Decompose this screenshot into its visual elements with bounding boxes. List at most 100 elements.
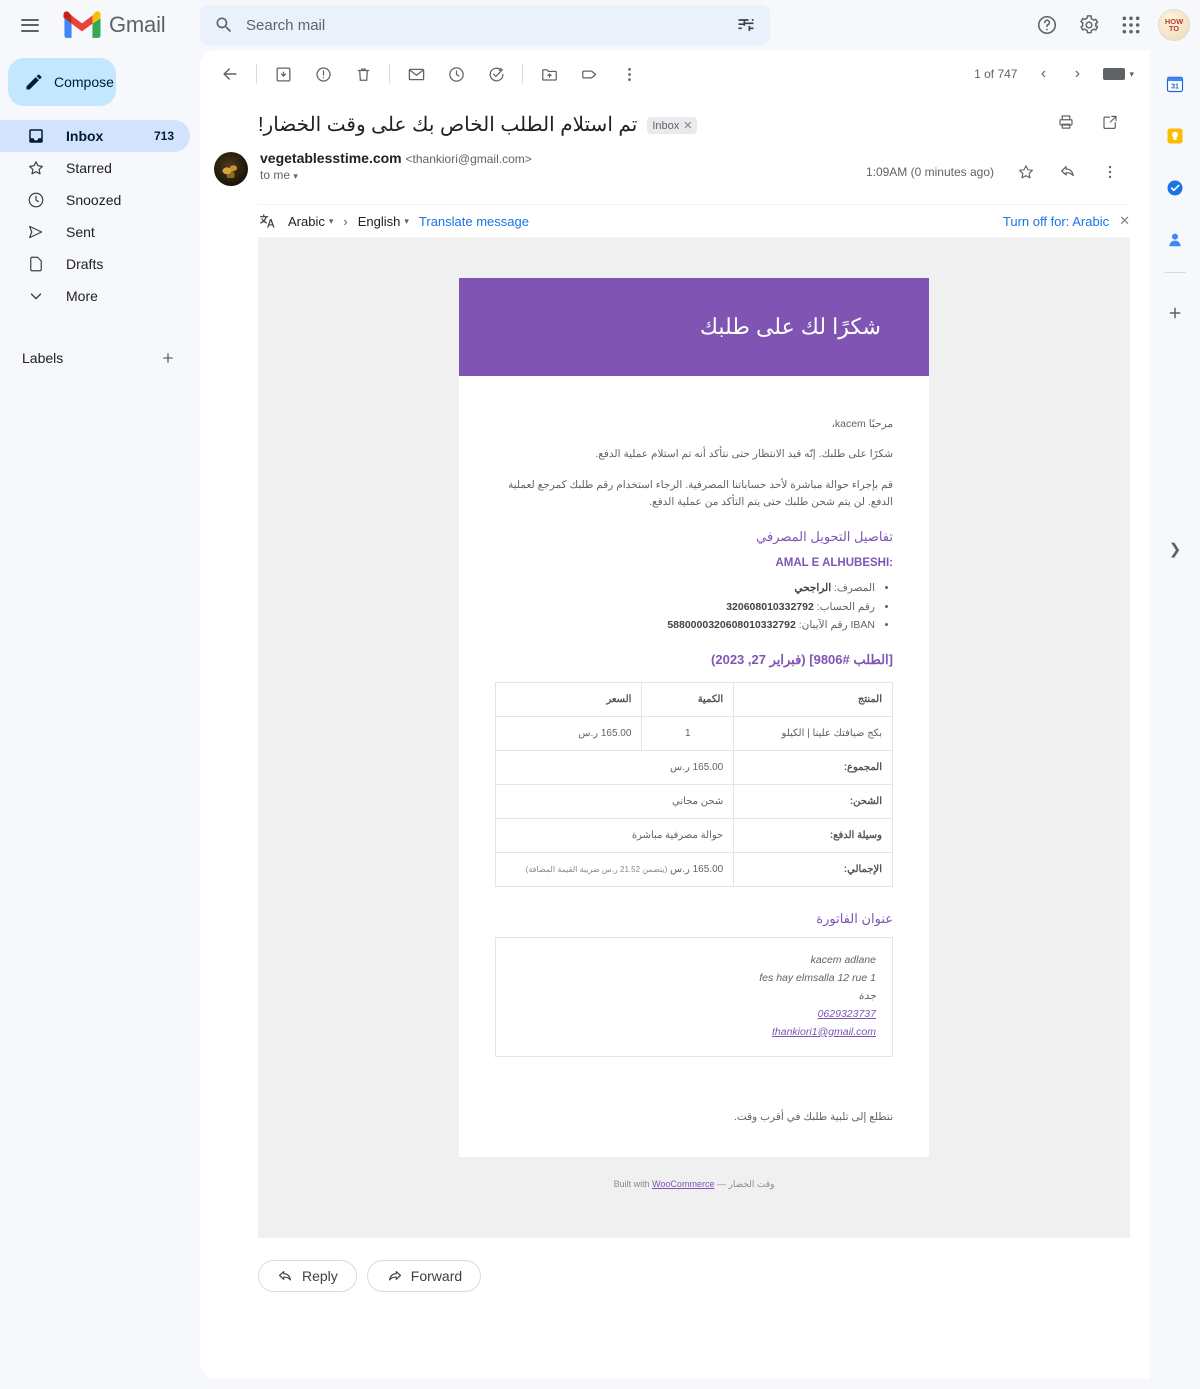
back-arrow-icon[interactable] bbox=[210, 54, 250, 94]
cell-product: بكج ضيافتك علينا | الكيلو bbox=[733, 716, 893, 752]
translate-message-button[interactable]: Translate message bbox=[419, 214, 529, 229]
sender-email: <thankiori@gmail.com> bbox=[405, 152, 532, 166]
chevron-down-icon: ▾ bbox=[1129, 68, 1134, 79]
google-apps-icon[interactable] bbox=[1112, 6, 1150, 44]
grandtotal-amount: 165.00 ر.س bbox=[670, 864, 724, 876]
search-icon bbox=[212, 13, 236, 37]
sidebar-item-drafts[interactable]: Drafts bbox=[0, 248, 190, 280]
calendar-icon[interactable]: 31 bbox=[1157, 66, 1193, 102]
sidebar-item-snoozed[interactable]: Snoozed bbox=[0, 184, 190, 216]
address-phone-link[interactable]: 0629323737 bbox=[512, 1006, 876, 1024]
forward-button[interactable]: Forward bbox=[366, 1260, 482, 1292]
gmail-logo[interactable]: Gmail bbox=[63, 10, 166, 40]
close-icon[interactable]: ✕ bbox=[1119, 213, 1130, 229]
snooze-icon[interactable] bbox=[436, 54, 476, 94]
source-language-label: Arabic bbox=[288, 213, 325, 229]
side-apps-rail: 31 ❯ bbox=[1150, 50, 1200, 1389]
close-icon[interactable]: ✕ bbox=[683, 120, 692, 132]
sidebar-item-starred[interactable]: Starred bbox=[0, 152, 190, 184]
page-title: تم استلام الطلب الخاص بك على وقت الخضار! bbox=[258, 114, 638, 136]
add-to-tasks-icon[interactable] bbox=[476, 54, 516, 94]
sidebar-item-more[interactable]: More bbox=[0, 280, 190, 312]
delete-icon[interactable] bbox=[343, 54, 383, 94]
star-icon bbox=[26, 158, 46, 178]
sidebar: Compose Inbox 713 Starred Snoozed Sent D… bbox=[0, 50, 200, 1389]
message-reply-actions: Reply Forward bbox=[200, 1238, 1150, 1292]
compose-button[interactable]: Compose bbox=[8, 58, 116, 106]
star-icon[interactable] bbox=[1006, 152, 1046, 192]
bank-value: الراجحي bbox=[794, 582, 832, 595]
inbox-count: 713 bbox=[153, 129, 174, 143]
recipient-toggle[interactable]: to me ▾ bbox=[260, 168, 866, 182]
chip-label: Inbox bbox=[652, 120, 680, 132]
woocommerce-link[interactable]: WooCommerce bbox=[652, 1179, 714, 1189]
chevron-down-icon bbox=[26, 286, 46, 306]
address-email-link[interactable]: thankiori1@gmail.com bbox=[512, 1024, 876, 1042]
expand-panel-icon[interactable]: ❯ bbox=[1169, 540, 1182, 558]
list-item: رقم الحساب: 320608010332792 bbox=[495, 598, 875, 616]
label-icon[interactable] bbox=[569, 54, 609, 94]
tasks-icon[interactable] bbox=[1157, 170, 1193, 206]
add-apps-icon[interactable] bbox=[1157, 295, 1193, 331]
email-footer: Built with WooCommerce — وقت الخضار bbox=[258, 1157, 1130, 1190]
mark-unread-icon[interactable] bbox=[396, 54, 436, 94]
reply-button[interactable]: Reply bbox=[258, 1260, 357, 1292]
table-row: وسيلة الدفع: حوالة مصرفية مباشرة bbox=[494, 818, 893, 854]
total-label-payment: وسيلة الدفع: bbox=[733, 818, 893, 854]
gmail-app: Gmail Search mail HOW TO Compose Inbox 7… bbox=[0, 0, 1200, 1389]
report-spam-icon[interactable] bbox=[303, 54, 343, 94]
avatar-label: HOW TO bbox=[1164, 17, 1184, 33]
archive-icon[interactable] bbox=[263, 54, 303, 94]
sidebar-nav: Inbox 713 Starred Snoozed Sent Drafts Mo… bbox=[0, 120, 200, 312]
top-right-actions: HOW TO bbox=[1028, 6, 1190, 44]
translate-icon bbox=[258, 211, 278, 231]
translate-bar-right: Turn off for: Arabic ✕ bbox=[1003, 213, 1130, 229]
avatar[interactable]: HOW TO bbox=[1158, 9, 1190, 41]
total-label-subtotal: المجموع: bbox=[733, 750, 893, 786]
main-menu-icon[interactable] bbox=[10, 5, 50, 45]
newer-button[interactable]: › bbox=[1061, 58, 1093, 90]
message-timestamp: 1:09AM (0 minutes ago) bbox=[865, 165, 994, 179]
bank-transfer-heading: تفاصيل التحويل المصرفي bbox=[756, 529, 893, 545]
address-street: fes hay elmsalla 12 rue 1 bbox=[759, 972, 876, 985]
sidebar-item-sent[interactable]: Sent bbox=[0, 216, 190, 248]
search-input[interactable] bbox=[246, 16, 734, 34]
billing-address-box: kacem adlane fes hay elmsalla 12 rue 1 ج… bbox=[495, 937, 893, 1057]
settings-gear-icon[interactable] bbox=[1070, 6, 1108, 44]
column-header-product: المنتج bbox=[733, 682, 893, 718]
footer-prefix: Built with bbox=[613, 1178, 650, 1189]
label-chip-inbox[interactable]: Inbox ✕ bbox=[647, 117, 698, 134]
translate-direction-icon: › bbox=[343, 213, 348, 229]
order-heading: [الطلب #9806] (فبراير 27, 2023) bbox=[711, 652, 893, 668]
help-icon[interactable] bbox=[1028, 6, 1066, 44]
rail-divider bbox=[1164, 272, 1186, 273]
reply-icon[interactable] bbox=[1048, 152, 1088, 192]
column-header-quantity: الكمية bbox=[641, 682, 735, 718]
search-bar[interactable] bbox=[200, 5, 770, 45]
target-language-select[interactable]: English ▾ bbox=[358, 214, 409, 229]
older-button[interactable]: ‹ bbox=[1027, 58, 1059, 90]
move-to-icon[interactable] bbox=[529, 54, 569, 94]
sidebar-item-inbox[interactable]: Inbox 713 bbox=[0, 120, 190, 152]
reply-icon bbox=[277, 1268, 294, 1285]
source-language-select[interactable]: Arabic ▾ bbox=[288, 214, 333, 229]
bank-details-list: المصرف: الراجحي رقم الحساب: 320608010332… bbox=[495, 579, 893, 634]
reply-label: Reply bbox=[302, 1268, 338, 1284]
search-options-icon[interactable] bbox=[734, 13, 758, 37]
open-in-new-window-icon[interactable] bbox=[1090, 102, 1130, 142]
more-options-icon[interactable] bbox=[1090, 152, 1130, 192]
table-row: الشحن: شحن مجاني bbox=[494, 784, 893, 820]
email-banner: شكرًا لك على طلبك bbox=[459, 278, 929, 376]
top-bar: Gmail Search mail HOW TO bbox=[0, 0, 1200, 50]
keep-icon[interactable] bbox=[1157, 118, 1193, 154]
turn-off-translate-button[interactable]: Turn off for: Arabic bbox=[1003, 214, 1109, 229]
contacts-icon[interactable] bbox=[1157, 222, 1193, 258]
input-tools-toggle[interactable]: ▾ bbox=[1103, 68, 1134, 80]
target-language-label: English bbox=[357, 213, 401, 229]
sidebar-label-sent: Sent bbox=[66, 224, 95, 240]
create-label-icon[interactable] bbox=[156, 346, 180, 370]
draft-icon bbox=[26, 254, 46, 274]
forward-label: Forward bbox=[410, 1268, 463, 1284]
more-options-icon[interactable] bbox=[609, 54, 649, 94]
print-icon[interactable] bbox=[1046, 102, 1086, 142]
